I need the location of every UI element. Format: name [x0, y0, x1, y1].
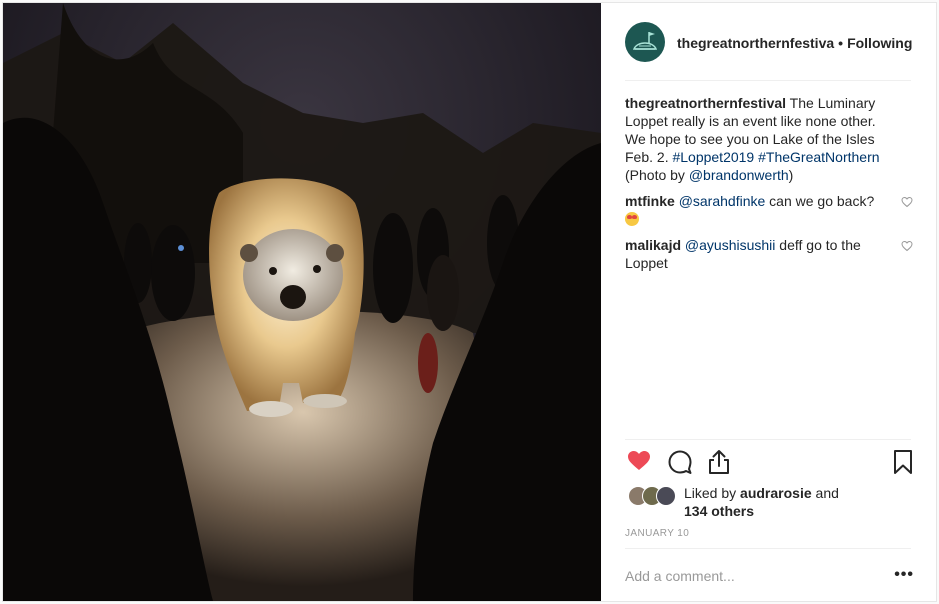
comment-username[interactable]: malikajd [625, 237, 681, 253]
likes-others-link[interactable]: 134 others [684, 503, 754, 519]
mention-link[interactable]: @sarahdfinke [679, 193, 766, 209]
liker-username[interactable]: audrarosie [740, 485, 812, 501]
post-photo[interactable] [3, 3, 601, 601]
comment-icon[interactable] [667, 449, 693, 475]
bookmark-icon[interactable] [893, 449, 913, 475]
hashtag-link[interactable]: #Loppet2019 [672, 149, 754, 165]
share-icon[interactable] [707, 449, 731, 475]
comment-divider [625, 548, 911, 549]
mention-link[interactable]: @brandonwerth [689, 167, 789, 183]
comment-item: malikajd @ayushisushii deff go to the Lo… [625, 236, 913, 272]
post-author-row: thegreatnorthernfestiva • Following [677, 35, 912, 51]
likes-text: Liked by audrarosie and 134 others [684, 484, 839, 520]
polar-bear-lantern-image [3, 3, 601, 601]
caption-text: ) [788, 167, 794, 183]
following-button[interactable]: Following [847, 35, 912, 51]
caption-text: (Photo by [625, 167, 689, 183]
caption-username[interactable]: thegreatnorthernfestival [625, 95, 786, 111]
comment-item: mtfinke @sarahdfinke can we go back? [625, 192, 913, 228]
more-options-button[interactable]: ••• [894, 566, 914, 584]
heart-icon[interactable] [627, 449, 651, 473]
avatar[interactable] [656, 486, 676, 506]
hashtag-link[interactable]: #TheGreatNorthern [758, 149, 879, 165]
liker-avatars [628, 486, 678, 506]
actions-divider [625, 439, 911, 440]
heart-eyes-emoji-icon [625, 212, 639, 226]
post-sidebar: thegreatnorthernfestiva • Following thegre… [601, 3, 936, 601]
likes-and: and [811, 485, 839, 501]
likes-summary: Liked by audrarosie and 134 others [625, 483, 915, 523]
action-bar [625, 449, 915, 479]
festival-logo-icon[interactable] [625, 22, 665, 62]
comments-list: thegreatnorthernfestival The Luminary Lo… [625, 94, 913, 280]
heart-icon[interactable] [901, 196, 913, 208]
post-date[interactable]: January 10 [625, 528, 689, 539]
header-divider [625, 80, 911, 81]
comment-text: can we go back? [765, 193, 875, 209]
mention-link[interactable]: @ayushisushii [685, 237, 775, 253]
heart-icon[interactable] [901, 240, 913, 252]
post-header: thegreatnorthernfestiva • Following [601, 3, 936, 80]
separator-dot: • [838, 35, 844, 51]
post-modal: thegreatnorthernfestiva • Following thegre… [2, 2, 937, 602]
author-username[interactable]: thegreatnorthernfestiva [677, 35, 834, 51]
comment-username[interactable]: mtfinke [625, 193, 675, 209]
likes-prefix: Liked by [684, 485, 741, 501]
add-comment-input[interactable]: Add a comment... [625, 568, 735, 584]
caption: thegreatnorthernfestival The Luminary Lo… [625, 94, 913, 184]
